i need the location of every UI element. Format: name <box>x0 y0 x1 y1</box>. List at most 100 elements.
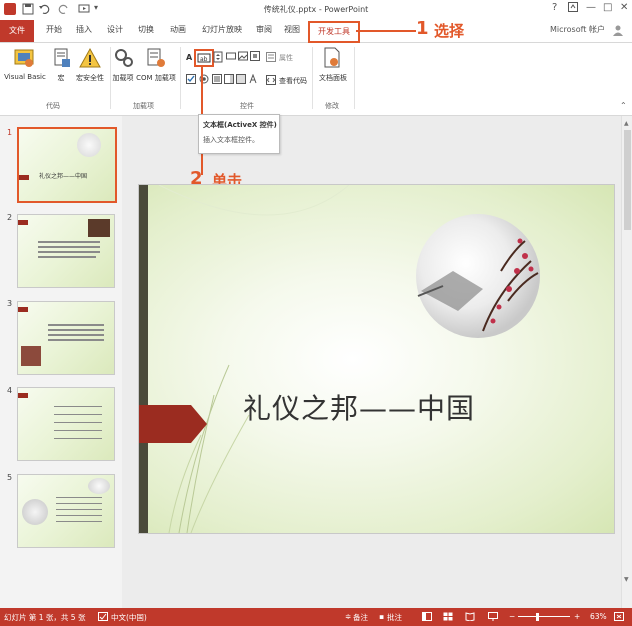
slide-thumbnail-pane: 1 礼仪之邦——中国 2 3 4 5 <box>0 116 122 608</box>
text-line <box>38 256 96 258</box>
text-line <box>56 497 102 498</box>
macro-security-icon[interactable] <box>79 47 101 71</box>
tab-animations[interactable]: 动画 <box>170 24 186 35</box>
tab-file[interactable]: 文件 <box>0 20 34 42</box>
spin-button-icon[interactable] <box>213 51 223 65</box>
properties-icon[interactable] <box>266 52 276 64</box>
combo-box-icon[interactable] <box>224 74 234 86</box>
command-button-icon[interactable] <box>226 51 236 63</box>
normal-view-icon[interactable] <box>422 612 432 623</box>
thumbnail-title: 礼仪之邦——中国 <box>39 173 88 180</box>
tab-view[interactable]: 视图 <box>284 24 300 35</box>
view-code-icon[interactable] <box>266 75 276 87</box>
slide-thumbnail-1[interactable]: 礼仪之邦——中国 <box>17 127 117 203</box>
tab-developer[interactable]: 开发工具 <box>308 21 360 43</box>
textbox-activex-button[interactable]: ab <box>194 49 214 67</box>
label-control-icon[interactable]: A <box>186 53 192 62</box>
thumbnail-title-ribbon <box>18 220 28 225</box>
tab-transitions[interactable]: 切换 <box>138 24 154 35</box>
document-panel-button[interactable]: 文档面板 <box>314 73 352 83</box>
thumbnail-photo <box>21 346 41 366</box>
minimize-button[interactable]: — <box>586 2 596 13</box>
scroll-down-icon[interactable]: ▼ <box>624 576 629 583</box>
control-tooltip: 文本框(ActiveX 控件) 插入文本框控件。 <box>198 114 280 154</box>
toggle-button-icon[interactable] <box>236 74 246 86</box>
visual-basic-button[interactable]: Visual Basic <box>2 73 48 81</box>
notes-icon[interactable]: ≑ <box>345 612 351 621</box>
text-line <box>48 329 104 331</box>
thumbnail-number: 4 <box>7 386 13 395</box>
notes-button[interactable]: 备注 <box>353 612 368 623</box>
checkbox-control-icon[interactable] <box>186 74 196 86</box>
zoom-out-button[interactable]: − <box>509 612 515 621</box>
comments-button[interactable]: 批注 <box>387 612 402 623</box>
zoom-level[interactable]: 63% <box>590 612 607 621</box>
step1-label: 选择 <box>434 22 465 40</box>
com-add-ins-button[interactable]: COM 加载项 <box>133 73 179 83</box>
group-label-add-ins: 加载项 <box>133 102 154 110</box>
scroll-up-icon[interactable]: ▲ <box>624 120 629 127</box>
scroll-thumb[interactable] <box>624 130 631 230</box>
macro-security-button[interactable]: 宏安全性 <box>70 73 110 83</box>
ribbon-tabs: 文件 开始 插入 设计 切换 动画 幻灯片放映 审阅 视图 开发工具 Micro… <box>0 20 632 43</box>
text-line <box>54 422 102 423</box>
user-avatar-icon[interactable] <box>612 24 624 38</box>
text-line <box>48 334 104 336</box>
reading-view-icon[interactable] <box>465 612 475 623</box>
slide-thumbnail-2[interactable] <box>17 214 115 288</box>
visual-basic-icon[interactable] <box>13 47 35 71</box>
fit-to-window-icon[interactable] <box>614 612 624 623</box>
text-line <box>54 414 102 415</box>
slideshow-icon[interactable] <box>488 612 498 623</box>
image-control-icon[interactable] <box>238 51 248 63</box>
comments-icon[interactable]: ▪ <box>379 612 384 621</box>
tab-slideshow[interactable]: 幻灯片放映 <box>202 24 242 35</box>
more-controls-icon[interactable] <box>248 73 258 86</box>
vertical-scrollbar[interactable]: ▲ ▼ <box>621 116 632 608</box>
slide-sorter-icon[interactable] <box>443 612 453 623</box>
macros-icon[interactable] <box>53 47 71 71</box>
slide-title[interactable]: 礼仪之邦——中国 <box>243 387 475 427</box>
separator <box>180 47 181 109</box>
language-status[interactable]: 中文(中国) <box>111 612 147 623</box>
text-line <box>54 430 102 431</box>
scroll-bar-icon[interactable] <box>250 51 260 63</box>
thumbnail-number: 5 <box>7 473 13 482</box>
slide-thumbnail-5[interactable] <box>17 474 115 548</box>
slide-thumbnail-3[interactable] <box>17 301 115 375</box>
account-link[interactable]: Microsoft 帐户 <box>550 24 605 35</box>
tab-design[interactable]: 设计 <box>107 24 123 35</box>
help-button[interactable]: ? <box>552 2 557 13</box>
close-button[interactable]: ✕ <box>620 2 628 13</box>
zoom-slider-thumb[interactable] <box>536 613 539 621</box>
thumbnail-photo <box>88 219 110 237</box>
maximize-button[interactable]: □ <box>603 2 612 13</box>
com-add-ins-icon[interactable] <box>146 47 166 71</box>
slide-thumbnail-4[interactable] <box>17 387 115 461</box>
group-label-code: 代码 <box>46 102 60 110</box>
add-ins-icon[interactable] <box>114 47 134 71</box>
spelling-check-icon[interactable] <box>98 612 108 623</box>
ribbon-display-options-icon[interactable] <box>568 2 578 15</box>
text-line <box>56 509 102 510</box>
separator <box>354 47 355 109</box>
zoom-slider[interactable] <box>518 616 570 617</box>
text-line <box>56 515 102 516</box>
macros-button[interactable]: 宏 <box>50 73 72 83</box>
collapse-ribbon-icon[interactable]: ⌃ <box>620 101 627 110</box>
list-box-icon[interactable] <box>212 74 222 86</box>
text-line <box>48 339 104 341</box>
tab-insert[interactable]: 插入 <box>76 24 92 35</box>
view-code-button[interactable]: 查看代码 <box>279 76 307 86</box>
properties-button[interactable]: 属性 <box>279 53 293 63</box>
plum-blossom-image <box>416 214 540 338</box>
zoom-in-button[interactable]: + <box>574 612 580 621</box>
title-banner <box>139 405 207 443</box>
tab-review[interactable]: 审阅 <box>256 24 272 35</box>
current-slide[interactable]: 礼仪之邦——中国 <box>138 184 615 534</box>
text-line <box>48 324 104 326</box>
document-panel-icon[interactable] <box>322 47 342 71</box>
step1-connector <box>356 30 416 32</box>
tab-home[interactable]: 开始 <box>46 24 62 35</box>
tooltip-title: 文本框(ActiveX 控件) <box>203 121 277 129</box>
